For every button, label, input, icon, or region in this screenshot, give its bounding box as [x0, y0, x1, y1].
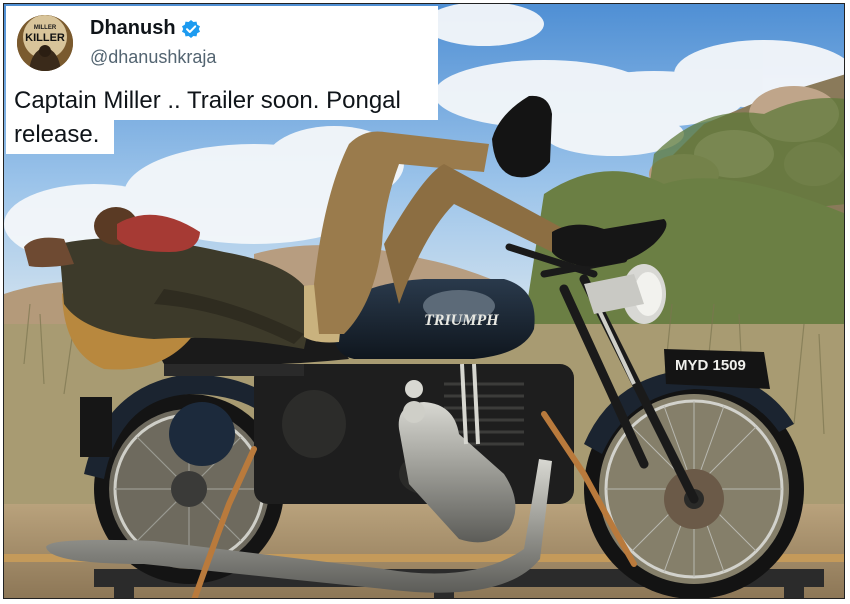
toolbox — [169, 402, 235, 466]
verified-badge-icon — [181, 19, 201, 39]
tweet-text: Captain Miller .. Trailer soon. Pongal r… — [14, 87, 401, 148]
license-plate-text: MYD 1509 — [675, 357, 746, 374]
post-card: MYD 1509 TRIUMPH MILLER KILLER Dhanush @… — [3, 3, 845, 599]
seat-springs — [164, 364, 304, 376]
display-name[interactable]: Dhanush — [90, 17, 176, 40]
tank-logo-text: TRIUMPH — [424, 312, 499, 329]
avatar-text-main: KILLER — [25, 32, 65, 44]
avatar[interactable]: MILLER KILLER — [17, 15, 73, 71]
user-handle[interactable]: @dhanushkraja — [90, 47, 216, 68]
tweet-header: MILLER KILLER Dhanush @dhanushkraja — [6, 6, 438, 82]
license-plate: MYD 1509 — [664, 349, 770, 389]
avatar-text-top: MILLER — [34, 25, 57, 31]
